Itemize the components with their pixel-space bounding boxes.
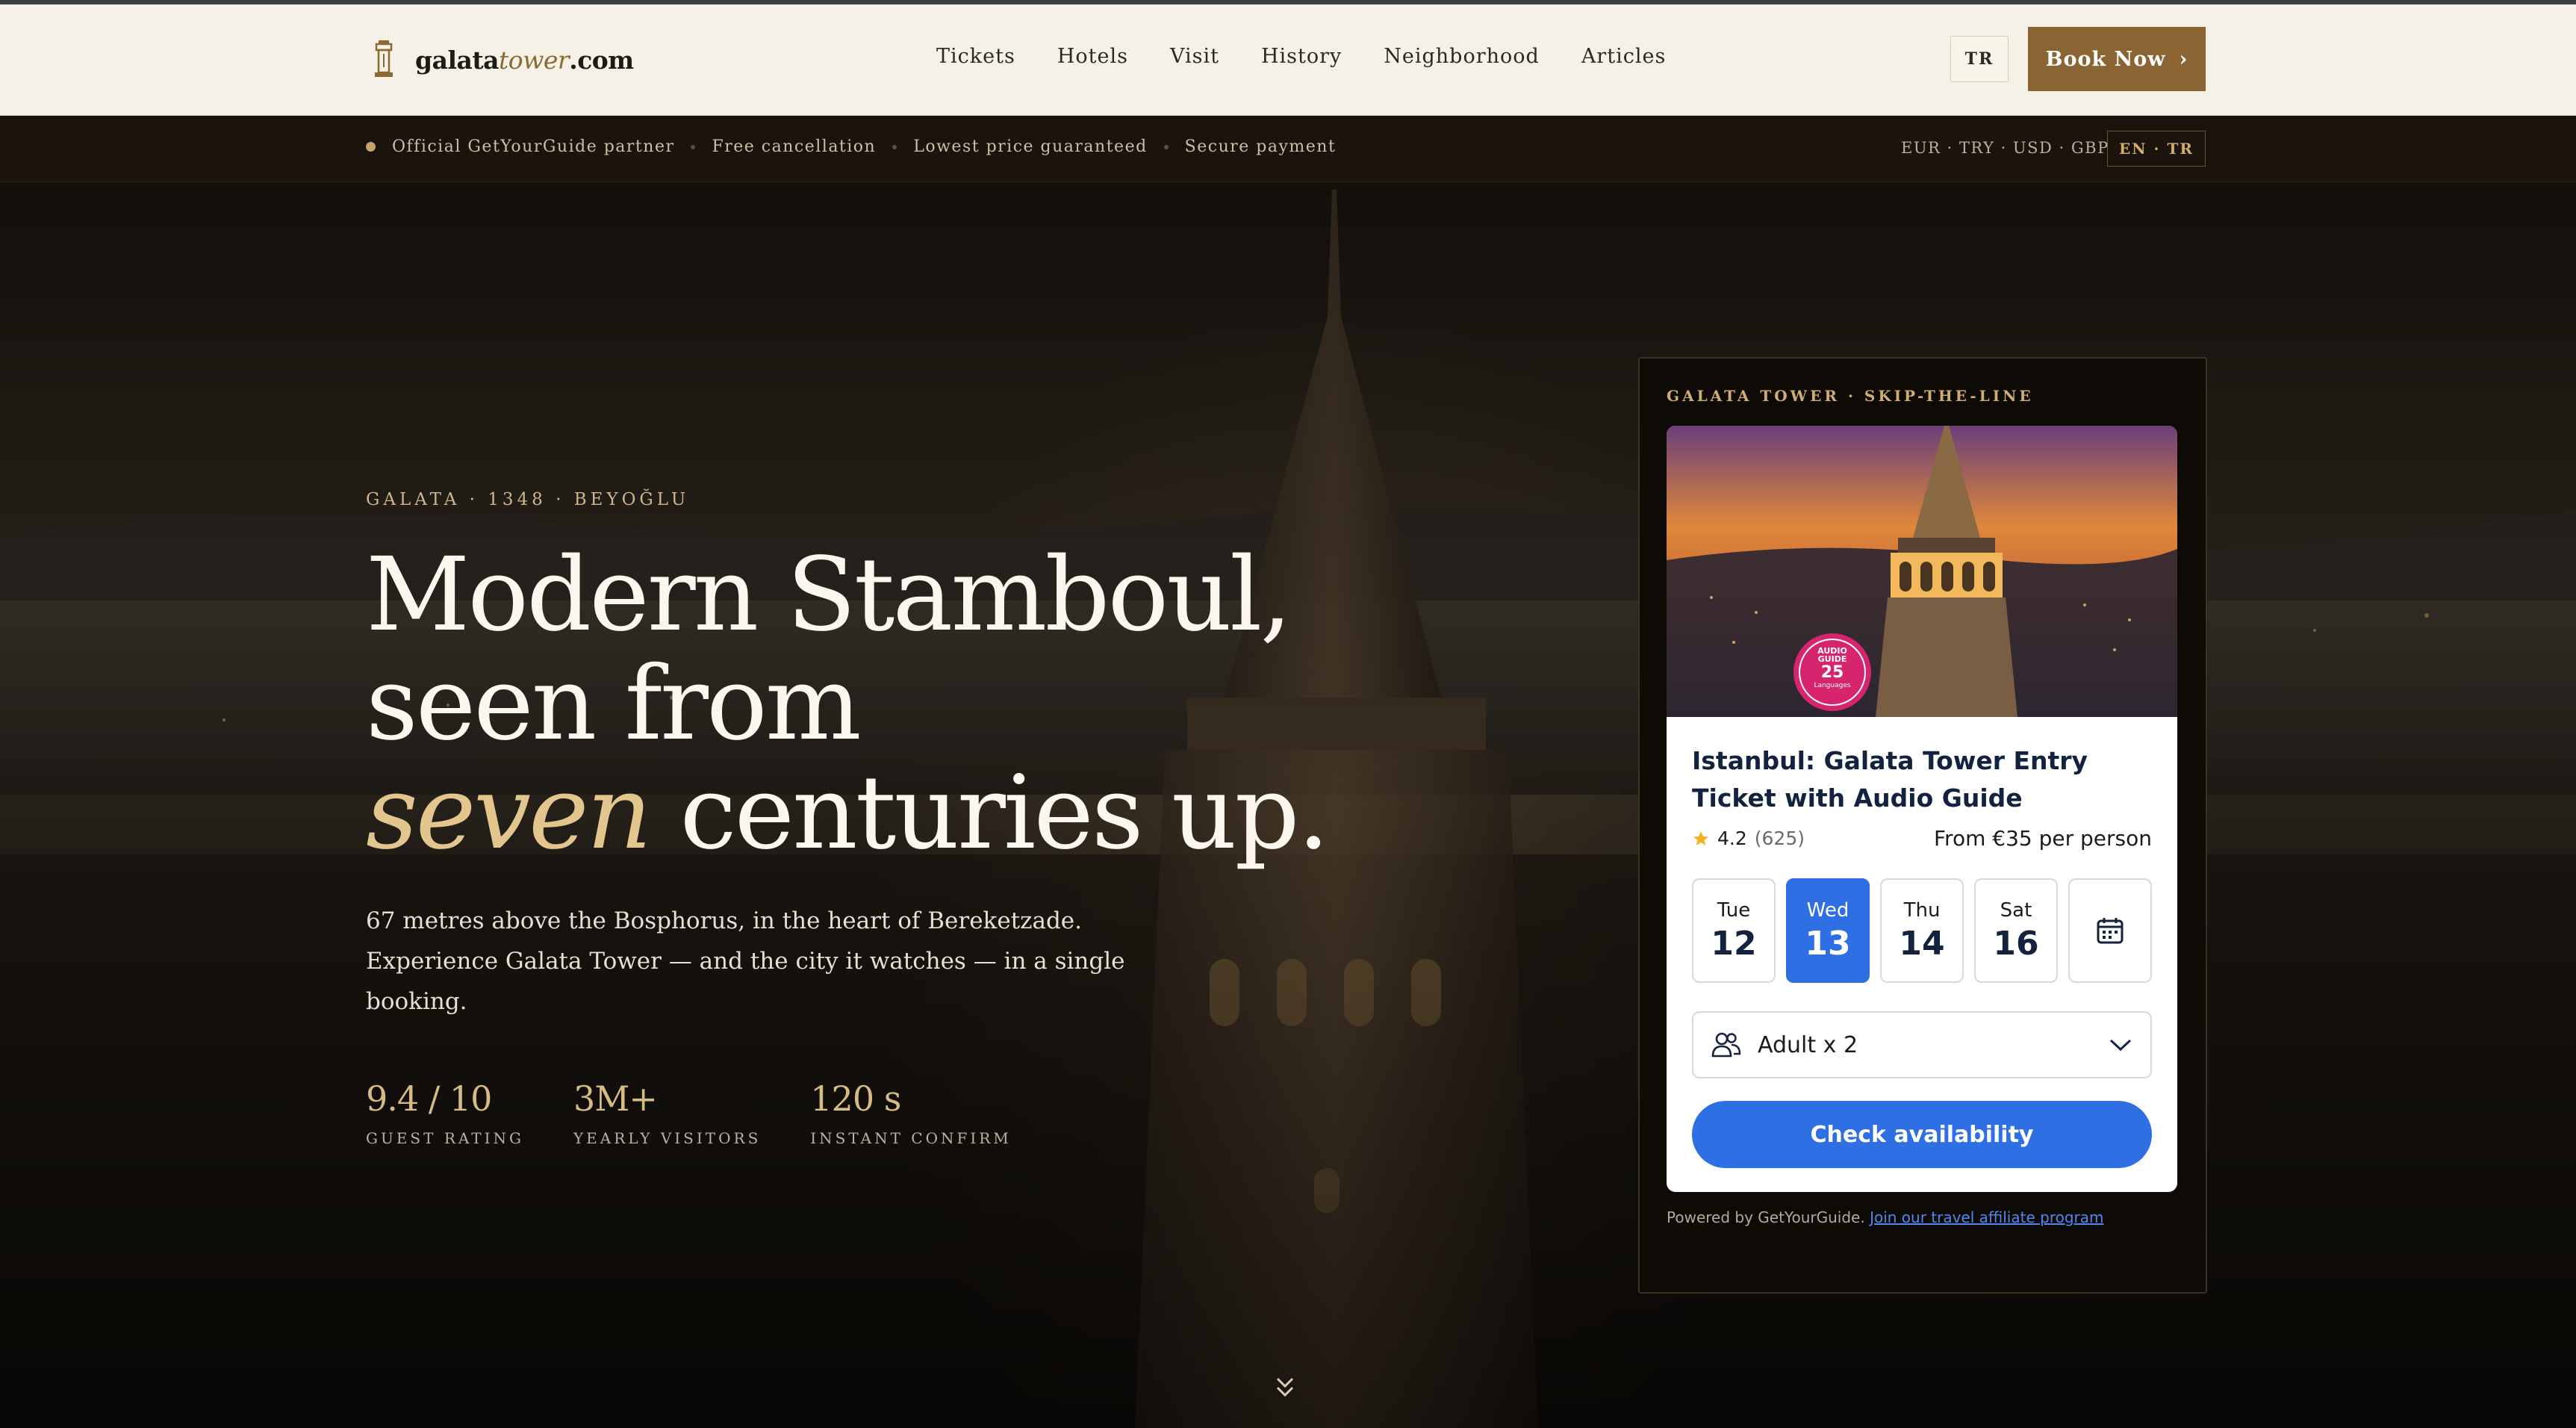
chevron-right-icon: › bbox=[2179, 47, 2188, 71]
separator-dot bbox=[691, 144, 696, 149]
logo-italic: tower bbox=[499, 45, 570, 75]
separator-dot bbox=[1163, 144, 1169, 149]
trust-item-price: Lowest price guaranteed bbox=[913, 137, 1148, 156]
logo-main: galata bbox=[415, 45, 500, 75]
headline-line1: Modern Stamboul, seen from bbox=[366, 536, 1292, 763]
language-toggle-button[interactable]: TR bbox=[1950, 36, 2009, 82]
date-option-sat-16[interactable]: Sat 16 bbox=[1974, 878, 2058, 983]
logo-text: galatatower.com bbox=[415, 46, 634, 75]
book-now-button[interactable]: Book Now › bbox=[2028, 27, 2206, 91]
stat-instant-confirm: 120 s INSTANT CONFIRM bbox=[810, 1078, 1012, 1147]
date-option-wed-13[interactable]: Wed 13 bbox=[1786, 878, 1870, 983]
powered-by-note: Powered by GetYourGuide. Join our travel… bbox=[1667, 1208, 2104, 1226]
nav-link-visit[interactable]: Visit bbox=[1170, 45, 1219, 68]
stat-label: GUEST RATING bbox=[366, 1129, 524, 1147]
date-weekday: Wed bbox=[1806, 898, 1849, 922]
calendar-icon bbox=[2097, 918, 2124, 944]
getyourguide-widget: AUDIO GUIDE 25 Languages Istanbul: Galat… bbox=[1667, 426, 2177, 1192]
stat-value: 3M+ bbox=[573, 1078, 658, 1119]
stat-label: YEARLY VISITORS bbox=[573, 1129, 762, 1147]
trust-item-cancellation: Free cancellation bbox=[712, 137, 877, 156]
status-dot-icon bbox=[366, 142, 376, 152]
tour-photo[interactable] bbox=[1667, 426, 2177, 717]
hero-eyebrow: GALATA · 1348 · BEYOĞLU bbox=[366, 490, 690, 509]
rating-count: (625) bbox=[1754, 828, 1805, 849]
date-day: 16 bbox=[1993, 924, 2039, 963]
top-nav: galatatower.com Tickets Hotels Visit His… bbox=[0, 4, 2576, 116]
participants-value: Adult x 2 bbox=[1758, 1031, 1858, 1058]
nav-link-articles[interactable]: Articles bbox=[1581, 45, 1666, 68]
nav-link-hotels[interactable]: Hotels bbox=[1057, 45, 1128, 68]
people-icon bbox=[1711, 1032, 1741, 1058]
hero-stats: 9.4 / 10 GUEST RATING 3M+ YEARLY VISITOR… bbox=[366, 1078, 1012, 1147]
check-availability-button[interactable]: Check availability bbox=[1692, 1101, 2152, 1168]
participants-select[interactable]: Adult x 2 bbox=[1692, 1011, 2152, 1078]
audio-guide-badge: AUDIO GUIDE 25 Languages bbox=[1798, 647, 1867, 689]
date-option-tue-12[interactable]: Tue 12 bbox=[1692, 878, 1776, 983]
nav-link-tickets[interactable]: Tickets bbox=[936, 45, 1015, 68]
locale-switch-button[interactable]: EN · TR bbox=[2107, 131, 2206, 167]
powered-prefix: Powered by GetYourGuide. bbox=[1667, 1208, 1865, 1226]
hero-lede: 67 metres above the Bosphorus, in the he… bbox=[366, 907, 1125, 1015]
stat-yearly-visitors: 3M+ YEARLY VISITORS bbox=[573, 1078, 761, 1147]
double-chevron-down-icon[interactable] bbox=[1274, 1374, 1296, 1401]
booking-panel: GALATA TOWER · SKIP-THE-LINE AUDIO GUIDE… bbox=[1638, 357, 2207, 1294]
site-logo[interactable]: galatatower.com bbox=[372, 39, 634, 81]
tower-icon bbox=[375, 40, 393, 77]
stat-value: 120 s bbox=[810, 1078, 901, 1119]
date-weekday: Tue bbox=[1717, 898, 1751, 922]
booking-eyebrow: GALATA TOWER · SKIP-THE-LINE bbox=[1667, 387, 2034, 405]
stat-label: INSTANT CONFIRM bbox=[810, 1129, 1012, 1147]
star-icon bbox=[1693, 831, 1708, 845]
trust-strip: Official GetYourGuide partner Free cance… bbox=[0, 116, 2576, 182]
date-weekday: Thu bbox=[1903, 898, 1941, 922]
badge-line2: GUIDE bbox=[1817, 654, 1847, 664]
hero-headline: Modern Stamboul, seen from seven centurie… bbox=[366, 541, 1531, 868]
date-day: 12 bbox=[1711, 924, 1757, 963]
main-nav-links: Tickets Hotels Visit History Neighborhoo… bbox=[936, 45, 1666, 68]
stat-value: 9.4 / 10 bbox=[366, 1078, 492, 1119]
tour-title[interactable]: Istanbul: Galata Tower Entry Ticket with… bbox=[1692, 742, 2155, 817]
trust-item-payment: Secure payment bbox=[1184, 137, 1337, 156]
headline-line2: centuries up. bbox=[650, 754, 1329, 872]
tour-price: From €35 per person bbox=[1933, 826, 2152, 851]
trust-items: Official GetYourGuide partner Free cance… bbox=[366, 137, 1336, 156]
date-weekday: Sat bbox=[2000, 898, 2032, 922]
nav-link-neighborhood[interactable]: Neighborhood bbox=[1384, 45, 1540, 68]
badge-sub: Languages bbox=[1814, 682, 1851, 689]
badge-number: 25 bbox=[1820, 663, 1844, 682]
rating-value: 4.2 bbox=[1717, 828, 1747, 849]
currency-list[interactable]: EUR · TRY · USD · GBP bbox=[1901, 139, 2109, 157]
date-day: 13 bbox=[1805, 924, 1851, 963]
tour-rating: 4.2 (625) bbox=[1692, 828, 1805, 849]
calendar-button[interactable] bbox=[2068, 878, 2152, 983]
stat-guest-rating: 9.4 / 10 GUEST RATING bbox=[366, 1078, 524, 1147]
chevron-down-icon bbox=[2109, 1039, 2132, 1052]
affiliate-program-link[interactable]: Join our travel affiliate program bbox=[1870, 1208, 2103, 1226]
separator-dot bbox=[892, 144, 897, 149]
book-now-label: Book Now bbox=[2045, 47, 2166, 71]
date-picker: Tue 12 Wed 13 Thu 14 Sat 16 bbox=[1692, 878, 2152, 983]
date-option-thu-14[interactable]: Thu 14 bbox=[1880, 878, 1964, 983]
logo-suffix: .com bbox=[569, 45, 634, 75]
trust-item-partner: Official GetYourGuide partner bbox=[392, 137, 675, 156]
date-day: 14 bbox=[1899, 924, 1945, 963]
headline-accent: seven bbox=[366, 754, 652, 872]
nav-link-history[interactable]: History bbox=[1261, 45, 1342, 68]
